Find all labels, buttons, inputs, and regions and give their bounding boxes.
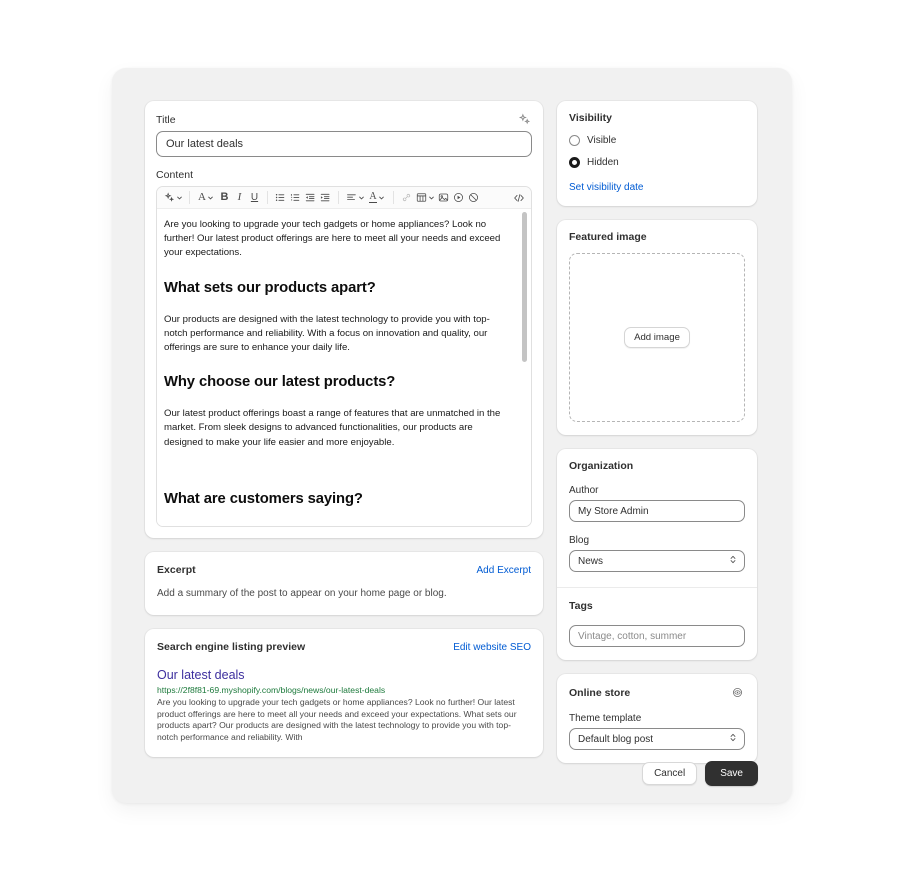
seo-header: Search engine listing preview Edit websi… xyxy=(157,641,531,653)
content-label: Content xyxy=(156,169,194,181)
seo-preview-url: https://2f8f81-69.myshopify.com/blogs/ne… xyxy=(157,685,386,695)
insert-table-menu-button[interactable] xyxy=(414,189,436,207)
show-html-code-button[interactable] xyxy=(511,189,526,207)
visibility-hidden-label: Hidden xyxy=(587,157,619,168)
save-button[interactable]: Save xyxy=(705,761,758,786)
blog-select-wrapper xyxy=(569,550,745,572)
tags-block: Tags xyxy=(569,588,745,647)
align-menu-button[interactable] xyxy=(344,189,366,207)
blog-select[interactable] xyxy=(569,550,745,572)
text-color-menu-button[interactable]: A xyxy=(366,189,388,207)
insert-image-button[interactable] xyxy=(436,189,451,207)
seo-preview-card: Search engine listing preview Edit websi… xyxy=(145,629,543,758)
title-label: Title xyxy=(156,114,176,126)
footer-actions: Cancel Save xyxy=(642,761,758,786)
insert-video-button[interactable] xyxy=(451,189,466,207)
insert-link-button[interactable] xyxy=(399,189,414,207)
organization-card: Organization Author Blog xyxy=(557,449,757,660)
toolbar-separator xyxy=(189,191,190,204)
editor-toolbar: A B I U A xyxy=(157,187,531,209)
toolbar-separator xyxy=(338,191,339,204)
content-paragraph: Customers who have purchased our latest … xyxy=(164,524,512,526)
visibility-option-hidden[interactable]: Hidden xyxy=(569,157,745,168)
blog-post-editor-canvas: Title Content xyxy=(112,68,792,803)
set-visibility-date-link[interactable]: Set visibility date xyxy=(569,182,745,193)
excerpt-description: Add a summary of the post to appear on y… xyxy=(157,588,447,599)
visibility-card: Visibility Visible Hidden Set visibility… xyxy=(557,101,757,206)
theme-template-label: Theme template xyxy=(569,713,642,724)
italic-button[interactable]: I xyxy=(232,189,247,207)
excerpt-card: Excerpt Add Excerpt Add a summary of the… xyxy=(145,552,543,615)
content-heading: Why choose our latest products? xyxy=(164,374,396,391)
content-paragraph: Our products are designed with the lates… xyxy=(164,313,490,354)
featured-image-dropzone[interactable]: Add image xyxy=(569,253,745,422)
indent-button[interactable] xyxy=(318,189,333,207)
content-heading: What are customers saying? xyxy=(164,490,363,507)
editor-scrollbar-thumb[interactable] xyxy=(522,212,527,362)
post-content: Are you looking to upgrade your tech gad… xyxy=(164,218,514,526)
ai-sparkle-menu-button[interactable] xyxy=(162,189,184,207)
editor-content-area[interactable]: Are you looking to upgrade your tech gad… xyxy=(157,209,531,526)
seo-title: Search engine listing preview xyxy=(157,641,306,653)
editor-layout: Title Content xyxy=(112,68,792,803)
rich-text-editor: A B I U A Are you looking to upgrade you… xyxy=(156,186,532,527)
theme-template-select[interactable] xyxy=(569,728,745,750)
visibility-option-visible[interactable]: Visible xyxy=(569,135,745,146)
theme-template-select-wrapper xyxy=(569,728,745,750)
excerpt-header: Excerpt Add Excerpt xyxy=(157,564,531,576)
title-input[interactable] xyxy=(156,131,532,157)
excerpt-title: Excerpt xyxy=(157,564,196,576)
featured-image-title: Featured image xyxy=(569,231,647,243)
content-paragraph: Our latest product offerings boast a ran… xyxy=(164,408,501,448)
content-heading: What sets our products apart? xyxy=(164,279,376,296)
online-store-title: Online store xyxy=(569,686,631,699)
online-store-header: Online store xyxy=(569,685,745,700)
organization-title: Organization xyxy=(569,460,634,472)
cancel-button[interactable]: Cancel xyxy=(642,762,698,785)
bold-button[interactable]: B xyxy=(217,189,232,207)
tags-label: Tags xyxy=(569,600,593,612)
main-column: Title Content xyxy=(145,101,543,803)
clear-formatting-button[interactable] xyxy=(466,189,481,207)
toolbar-separator xyxy=(393,191,394,204)
screen: Title Content xyxy=(0,0,900,869)
add-image-button[interactable]: Add image xyxy=(624,327,690,348)
view-icon[interactable] xyxy=(730,685,745,700)
text-style-menu-button[interactable]: A xyxy=(195,189,217,207)
content-paragraph: Are you looking to upgrade your tech gad… xyxy=(164,219,501,259)
toolbar-separator xyxy=(267,191,268,204)
author-label: Author xyxy=(569,485,599,496)
outdent-button[interactable] xyxy=(303,189,318,207)
tags-input[interactable] xyxy=(569,625,745,647)
numbered-list-button[interactable] xyxy=(288,189,303,207)
title-content-card: Title Content xyxy=(145,101,543,538)
blog-label: Blog xyxy=(569,535,590,546)
sidebar-column: Visibility Visible Hidden Set visibility… xyxy=(557,101,757,803)
featured-image-card: Featured image Add image xyxy=(557,220,757,435)
edit-website-seo-link[interactable]: Edit website SEO xyxy=(453,642,531,653)
visibility-visible-label: Visible xyxy=(587,135,617,146)
add-excerpt-link[interactable]: Add Excerpt xyxy=(477,565,531,576)
seo-preview-title: Our latest deals xyxy=(157,668,245,682)
radio-visible-icon xyxy=(569,135,580,146)
underline-button[interactable]: U xyxy=(247,189,262,207)
radio-hidden-icon xyxy=(569,157,580,168)
sparkle-ai-icon[interactable] xyxy=(515,110,533,128)
author-input[interactable] xyxy=(569,500,745,522)
seo-preview-description: Are you looking to upgrade your tech gad… xyxy=(157,697,517,742)
online-store-card: Online store Theme template xyxy=(557,674,757,763)
visibility-title: Visibility xyxy=(569,112,612,124)
bulleted-list-button[interactable] xyxy=(273,189,288,207)
